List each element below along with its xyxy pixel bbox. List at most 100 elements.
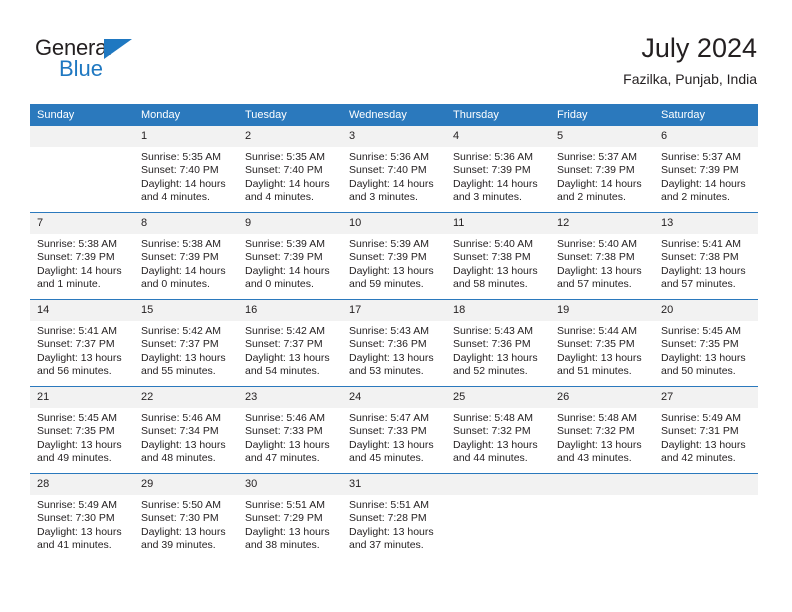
day-number: 17 <box>342 300 446 321</box>
day-details: Sunrise: 5:35 AM Sunset: 7:40 PM Daylight:… <box>134 147 238 205</box>
calendar-day-cell[interactable]: 1 Sunrise: 5:35 AM Sunset: 7:40 PM Daylight… <box>134 126 238 213</box>
sunset-text: Sunset: 7:37 PM <box>245 338 323 351</box>
daylight-text-line2: and 41 minutes. <box>37 539 112 552</box>
calendar-day-cell[interactable]: 23 Sunrise: 5:46 AM Sunset: 7:33 PM Dayligh… <box>238 386 342 474</box>
sunrise-text: Sunrise: 5:36 AM <box>349 151 429 163</box>
calendar-day-cell[interactable]: 21 Sunrise: 5:45 AM Sunset: 7:35 PM Dayligh… <box>30 386 134 474</box>
calendar-day-cell[interactable]: 27 Sunrise: 5:49 AM Sunset: 7:31 PM Dayligh… <box>654 386 758 474</box>
sunrise-text: Sunrise: 5:50 AM <box>141 499 221 511</box>
calendar-day-cell[interactable]: 29 Sunrise: 5:50 AM Sunset: 7:30 PM Dayligh… <box>134 473 238 560</box>
day-details: Sunrise: 5:51 AM Sunset: 7:29 PM Daylight:… <box>238 495 342 553</box>
day-number: 19 <box>550 300 654 321</box>
calendar-day-cell[interactable]: 16 Sunrise: 5:42 AM Sunset: 7:37 PM Dayligh… <box>238 299 342 387</box>
weekday-header-row: Sunday Monday Tuesday Wednesday Thursday… <box>30 104 758 126</box>
day-details: Sunrise: 5:36 AM Sunset: 7:40 PM Daylight:… <box>342 147 446 205</box>
sunrise-text: Sunrise: 5:46 AM <box>141 412 221 424</box>
calendar-day-cell[interactable]: 13 Sunrise: 5:41 AM Sunset: 7:38 PM Dayligh… <box>654 212 758 300</box>
calendar-day-cell[interactable]: 15 Sunrise: 5:42 AM Sunset: 7:37 PM Dayligh… <box>134 299 238 387</box>
daylight-text-line2: and 56 minutes. <box>37 365 112 378</box>
calendar-body: 1 Sunrise: 5:35 AM Sunset: 7:40 PM Daylight… <box>30 126 758 560</box>
day-details: Sunrise: 5:40 AM Sunset: 7:38 PM Daylight:… <box>446 234 550 292</box>
daylight-text-line1: Daylight: 13 hours <box>245 525 330 538</box>
calendar-day-cell[interactable]: 6 Sunrise: 5:37 AM Sunset: 7:39 PM Daylight… <box>654 126 758 213</box>
calendar-page: General Blue July 2024 Fazilka, Punjab, … <box>0 0 792 612</box>
calendar-day-cell[interactable]: 18 Sunrise: 5:43 AM Sunset: 7:36 PM Dayligh… <box>446 299 550 387</box>
calendar-day-cell[interactable]: 30 Sunrise: 5:51 AM Sunset: 7:29 PM Dayligh… <box>238 473 342 560</box>
calendar-day-cell[interactable]: 25 Sunrise: 5:48 AM Sunset: 7:32 PM Dayligh… <box>446 386 550 474</box>
daylight-text-line1: Daylight: 13 hours <box>349 264 434 277</box>
sunrise-text: Sunrise: 5:39 AM <box>245 238 325 250</box>
calendar-day-cell[interactable]: 22 Sunrise: 5:46 AM Sunset: 7:34 PM Dayligh… <box>134 386 238 474</box>
calendar-day-cell[interactable]: 10 Sunrise: 5:39 AM Sunset: 7:39 PM Dayligh… <box>342 212 446 300</box>
day-number: 9 <box>238 213 342 234</box>
calendar-day-cell[interactable]: 9 Sunrise: 5:39 AM Sunset: 7:39 PM Daylight… <box>238 212 342 300</box>
calendar-day-cell[interactable]: 3 Sunrise: 5:36 AM Sunset: 7:40 PM Daylight… <box>342 126 446 213</box>
daylight-text-line2: and 58 minutes. <box>453 278 528 291</box>
calendar-day-cell[interactable]: 5 Sunrise: 5:37 AM Sunset: 7:39 PM Daylight… <box>550 126 654 213</box>
calendar-day-cell[interactable]: 7 Sunrise: 5:38 AM Sunset: 7:39 PM Daylight… <box>30 212 134 300</box>
sunrise-text: Sunrise: 5:37 AM <box>557 151 637 163</box>
day-number: 16 <box>238 300 342 321</box>
daylight-text-line2: and 2 minutes. <box>557 191 626 204</box>
daylight-text-line1: Daylight: 14 hours <box>245 177 330 190</box>
calendar-day-cell[interactable]: 28 Sunrise: 5:49 AM Sunset: 7:30 PM Dayligh… <box>30 473 134 560</box>
day-details: Sunrise: 5:50 AM Sunset: 7:30 PM Daylight:… <box>134 495 238 553</box>
calendar-day-cell[interactable]: 2 Sunrise: 5:35 AM Sunset: 7:40 PM Daylight… <box>238 126 342 213</box>
sunrise-text: Sunrise: 5:41 AM <box>661 238 741 250</box>
calendar-day-cell[interactable]: 8 Sunrise: 5:38 AM Sunset: 7:39 PM Daylight… <box>134 212 238 300</box>
daylight-text-line2: and 4 minutes. <box>245 191 314 204</box>
sunrise-text: Sunrise: 5:51 AM <box>245 499 325 511</box>
calendar-day-cell[interactable]: 12 Sunrise: 5:40 AM Sunset: 7:38 PM Dayligh… <box>550 212 654 300</box>
daylight-text-line2: and 47 minutes. <box>245 452 320 465</box>
daylight-text-line2: and 1 minute. <box>37 278 101 291</box>
sunset-text: Sunset: 7:38 PM <box>661 251 739 264</box>
weekday-header-saturday: Saturday <box>654 104 758 126</box>
daylight-text-line1: Daylight: 14 hours <box>661 177 746 190</box>
calendar-empty-cell <box>654 473 758 560</box>
day-number <box>446 474 550 495</box>
day-details: Sunrise: 5:40 AM Sunset: 7:38 PM Daylight:… <box>550 234 654 292</box>
sunrise-text: Sunrise: 5:48 AM <box>557 412 637 424</box>
daylight-text-line2: and 0 minutes. <box>141 278 210 291</box>
sunrise-text: Sunrise: 5:49 AM <box>37 499 117 511</box>
daylight-text-line1: Daylight: 13 hours <box>349 525 434 538</box>
calendar-day-cell[interactable]: 31 Sunrise: 5:51 AM Sunset: 7:28 PM Dayligh… <box>342 473 446 560</box>
page-header: General Blue July 2024 Fazilka, Punjab, … <box>0 0 792 100</box>
daylight-text-line2: and 3 minutes. <box>349 191 418 204</box>
day-number: 15 <box>134 300 238 321</box>
sunset-text: Sunset: 7:37 PM <box>37 338 115 351</box>
day-details: Sunrise: 5:43 AM Sunset: 7:36 PM Daylight:… <box>446 321 550 379</box>
calendar-day-cell[interactable]: 11 Sunrise: 5:40 AM Sunset: 7:38 PM Dayligh… <box>446 212 550 300</box>
day-number: 14 <box>30 300 134 321</box>
day-number: 12 <box>550 213 654 234</box>
generalblue-logo: General Blue <box>35 36 165 82</box>
day-number: 3 <box>342 126 446 147</box>
weekday-header-thursday: Thursday <box>446 104 550 126</box>
daylight-text-line1: Daylight: 13 hours <box>661 438 746 451</box>
daylight-text-line1: Daylight: 14 hours <box>141 177 226 190</box>
day-details: Sunrise: 5:37 AM Sunset: 7:39 PM Daylight:… <box>550 147 654 205</box>
sunset-text: Sunset: 7:36 PM <box>349 338 427 351</box>
sunset-text: Sunset: 7:30 PM <box>37 512 115 525</box>
weekday-header-friday: Friday <box>550 104 654 126</box>
calendar-day-cell[interactable]: 14 Sunrise: 5:41 AM Sunset: 7:37 PM Dayligh… <box>30 299 134 387</box>
logo-triangle-icon <box>104 39 132 59</box>
weekday-header-tuesday: Tuesday <box>238 104 342 126</box>
calendar-day-cell[interactable]: 17 Sunrise: 5:43 AM Sunset: 7:36 PM Dayligh… <box>342 299 446 387</box>
calendar-day-cell[interactable]: 19 Sunrise: 5:44 AM Sunset: 7:35 PM Dayligh… <box>550 299 654 387</box>
calendar-day-cell[interactable]: 26 Sunrise: 5:48 AM Sunset: 7:32 PM Dayligh… <box>550 386 654 474</box>
sunset-text: Sunset: 7:40 PM <box>141 164 219 177</box>
sunrise-text: Sunrise: 5:45 AM <box>661 325 741 337</box>
sunrise-text: Sunrise: 5:47 AM <box>349 412 429 424</box>
calendar-empty-cell <box>550 473 654 560</box>
day-details: Sunrise: 5:48 AM Sunset: 7:32 PM Daylight:… <box>550 408 654 466</box>
calendar-day-cell[interactable]: 20 Sunrise: 5:45 AM Sunset: 7:35 PM Dayligh… <box>654 299 758 387</box>
daylight-text-line1: Daylight: 13 hours <box>37 525 122 538</box>
sunrise-text: Sunrise: 5:45 AM <box>37 412 117 424</box>
calendar-day-cell[interactable]: 24 Sunrise: 5:47 AM Sunset: 7:33 PM Dayligh… <box>342 386 446 474</box>
calendar-day-cell[interactable]: 4 Sunrise: 5:36 AM Sunset: 7:39 PM Daylight… <box>446 126 550 213</box>
daylight-text-line2: and 55 minutes. <box>141 365 216 378</box>
sunset-text: Sunset: 7:35 PM <box>557 338 635 351</box>
daylight-text-line1: Daylight: 13 hours <box>453 438 538 451</box>
daylight-text-line2: and 49 minutes. <box>37 452 112 465</box>
